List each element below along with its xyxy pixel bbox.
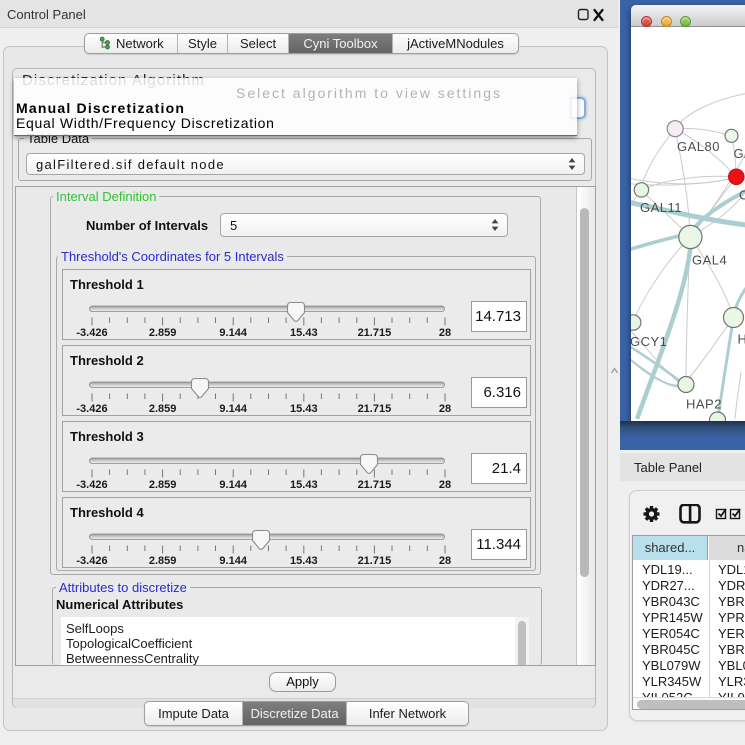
svg-text:GCY1: GCY1 [631,334,667,349]
svg-text:21.715: 21.715 [358,479,392,491]
svg-text:15.43: 15.43 [290,327,318,339]
svg-text:21.715: 21.715 [358,327,392,339]
svg-text:15.43: 15.43 [290,555,318,567]
svg-text:GAL11: GAL11 [640,200,682,215]
svg-text:-3.426: -3.426 [76,555,107,567]
svg-text:2.859: 2.859 [149,403,177,415]
svg-text:-3.426: -3.426 [76,479,107,491]
svg-text:21.715: 21.715 [358,555,392,567]
svg-text:HAP2: HAP2 [686,396,722,411]
svg-text:GAL80: GAL80 [677,139,720,154]
svg-text:CY: CY [739,188,745,203]
svg-text:2.859: 2.859 [149,327,177,339]
svg-text:21.715: 21.715 [358,403,392,415]
svg-text:-3.426: -3.426 [76,327,107,339]
svg-text:9.144: 9.144 [219,327,247,339]
svg-text:2.859: 2.859 [149,479,177,491]
svg-text:28: 28 [439,327,451,339]
svg-text:9.144: 9.144 [219,479,247,491]
svg-text:28: 28 [439,479,451,491]
svg-text:9.144: 9.144 [219,555,247,567]
svg-text:HIS: HIS [738,332,745,347]
svg-text:-3.426: -3.426 [76,403,107,415]
svg-text:28: 28 [439,555,451,567]
svg-text:GAL4: GAL4 [692,252,727,267]
svg-text:15.43: 15.43 [290,479,318,491]
svg-text:2.859: 2.859 [149,555,177,567]
svg-text:9.144: 9.144 [219,403,247,415]
svg-text:GAL2: GAL2 [734,146,745,161]
svg-text:15.43: 15.43 [290,403,318,415]
svg-text:28: 28 [439,403,451,415]
